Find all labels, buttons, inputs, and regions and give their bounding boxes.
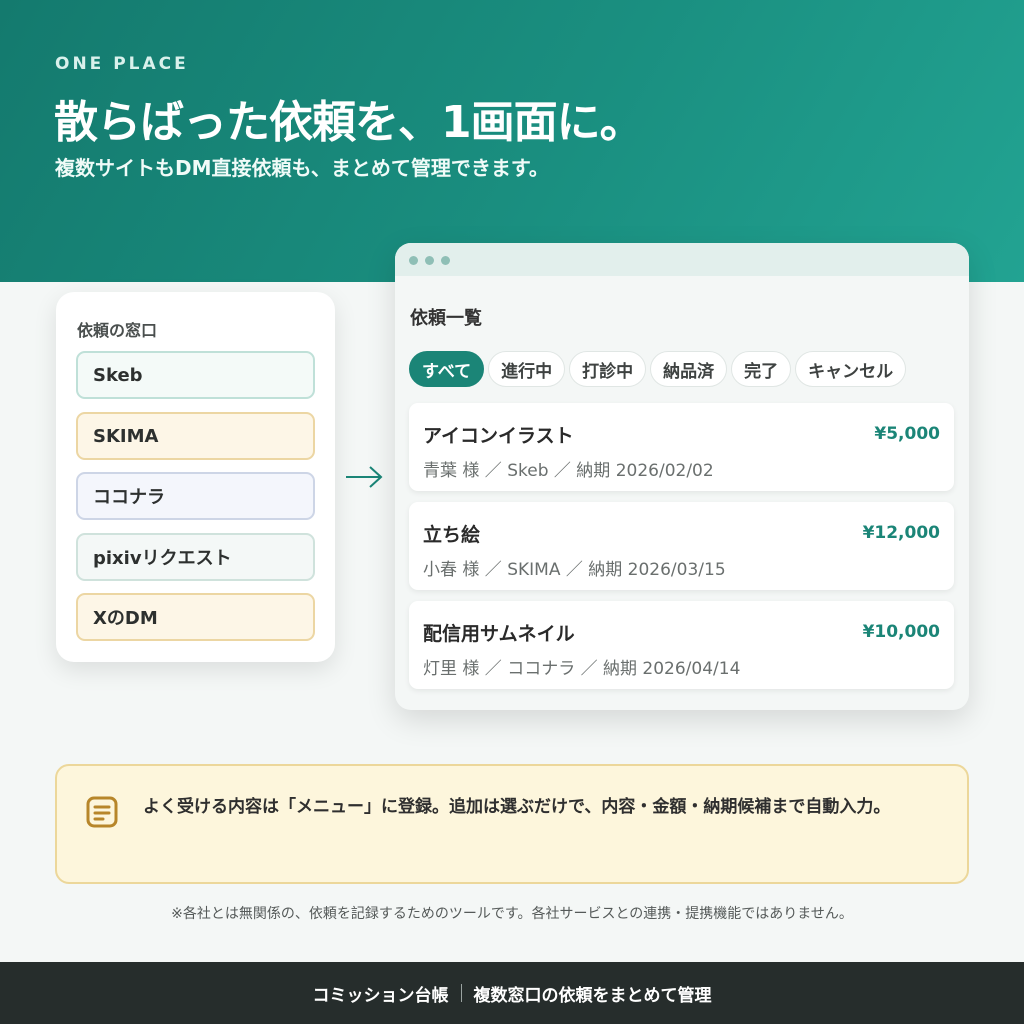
channel-coconala[interactable]: ココナラ (76, 472, 315, 520)
request-meta: 灯里 様 ／ ココナラ ／ 納期 2026/04/14 (423, 659, 741, 679)
tab-delivered[interactable]: 納品済 (650, 351, 728, 387)
request-card[interactable]: 配信用サムネイル ¥10,000 灯里 様 ／ ココナラ ／ 納期 2026/0… (409, 601, 954, 689)
channel-x-dm[interactable]: XのDM (76, 593, 315, 641)
request-meta: 青葉 様 ／ Skeb ／ 納期 2026/02/02 (423, 461, 714, 481)
request-price: ¥5,000 (874, 424, 940, 444)
disclaimer: ※各社とは無関係の、依頼を記録するためのツールです。各社サービスとの連携・提携機… (171, 906, 853, 922)
hero-eyebrow: ONE PLACE (55, 54, 189, 74)
request-price: ¥12,000 (862, 523, 940, 543)
window-dot-icon (441, 256, 450, 265)
menu-tip-note: よく受ける内容は「メニュー」に登録。追加は選ぶだけで、内容・金額・納期候補まで自… (55, 764, 969, 884)
request-title: 立ち絵 (423, 524, 481, 546)
request-card[interactable]: アイコンイラスト ¥5,000 青葉 様 ／ Skeb ／ 納期 2026/02… (409, 403, 954, 491)
status-tabs: すべて 進行中 打診中 納品済 完了 キャンセル (409, 351, 907, 387)
request-title: 配信用サムネイル (423, 623, 575, 645)
tab-inquiry[interactable]: 打診中 (569, 351, 647, 387)
channels-panel: 依頼の窓口 Skeb SKIMA ココナラ pixivリクエスト XのDM (56, 292, 335, 662)
tab-all[interactable]: すべて (409, 351, 485, 387)
footer-divider (460, 984, 462, 1002)
note-text: よく受ける内容は「メニュー」に登録。追加は選ぶだけで、内容・金額・納期候補まで自… (143, 797, 891, 817)
tab-completed[interactable]: 完了 (731, 351, 792, 387)
footer-bar: コミッション台帳 複数窓口の依頼をまとめて管理 (0, 962, 1024, 1024)
channel-skeb[interactable]: Skeb (76, 351, 315, 399)
channel-skima[interactable]: SKIMA (76, 412, 315, 460)
window-dot-icon (409, 256, 418, 265)
window-titlebar (395, 243, 969, 276)
window-dot-icon (425, 256, 434, 265)
hero-subline: 複数サイトもDM直接依頼も、まとめて管理できます。 (55, 156, 549, 180)
hero-banner: ONE PLACE 散らばった依頼を、1画面に。 複数サイトもDM直接依頼も、ま… (0, 0, 1024, 282)
request-price: ¥10,000 (862, 622, 940, 642)
request-meta: 小春 様 ／ SKIMA ／ 納期 2026/03/15 (423, 560, 726, 580)
channel-pixiv-request[interactable]: pixivリクエスト (76, 533, 315, 581)
channels-title: 依頼の窓口 (77, 321, 158, 340)
list-title: 依頼一覧 (410, 308, 482, 329)
request-title: アイコンイラスト (423, 425, 574, 447)
hero-headline: 散らばった依頼を、1画面に。 (54, 97, 644, 148)
tab-cancelled[interactable]: キャンセル (795, 351, 907, 387)
footer-app-name: コミッション台帳 (312, 985, 449, 1006)
tab-in-progress[interactable]: 進行中 (488, 351, 566, 387)
arrow-right-icon (346, 466, 383, 488)
request-card[interactable]: 立ち絵 ¥12,000 小春 様 ／ SKIMA ／ 納期 2026/03/15 (409, 502, 954, 590)
request-list-window: 依頼一覧 すべて 進行中 打診中 納品済 完了 キャンセル アイコンイラスト ¥… (395, 243, 969, 710)
document-list-icon (86, 796, 118, 828)
footer-tagline: 複数窓口の依頼をまとめて管理 (473, 985, 712, 1006)
